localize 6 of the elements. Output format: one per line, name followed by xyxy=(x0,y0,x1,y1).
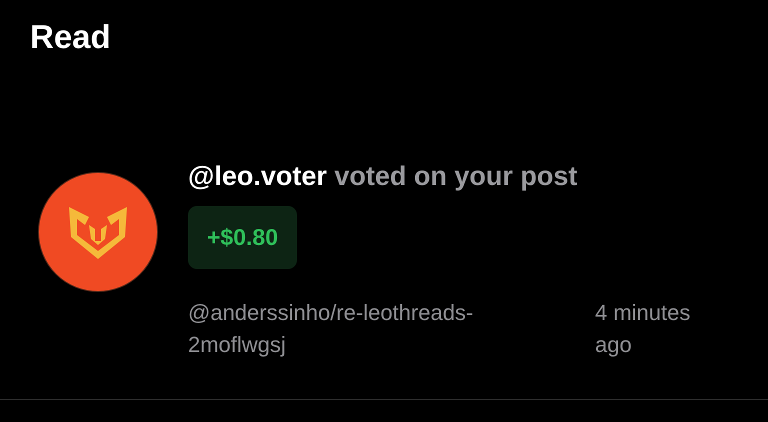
page-title: Read xyxy=(29,17,112,57)
notification-text: @leo.voter voted on your post xyxy=(188,160,578,192)
lion-icon xyxy=(67,205,129,259)
timestamp: 4 minutes ago xyxy=(595,299,692,359)
post-link[interactable]: @anderssinho/re-leothreads-2moflwgsj xyxy=(188,297,518,361)
amount-badge: +$0.80 xyxy=(188,206,297,269)
